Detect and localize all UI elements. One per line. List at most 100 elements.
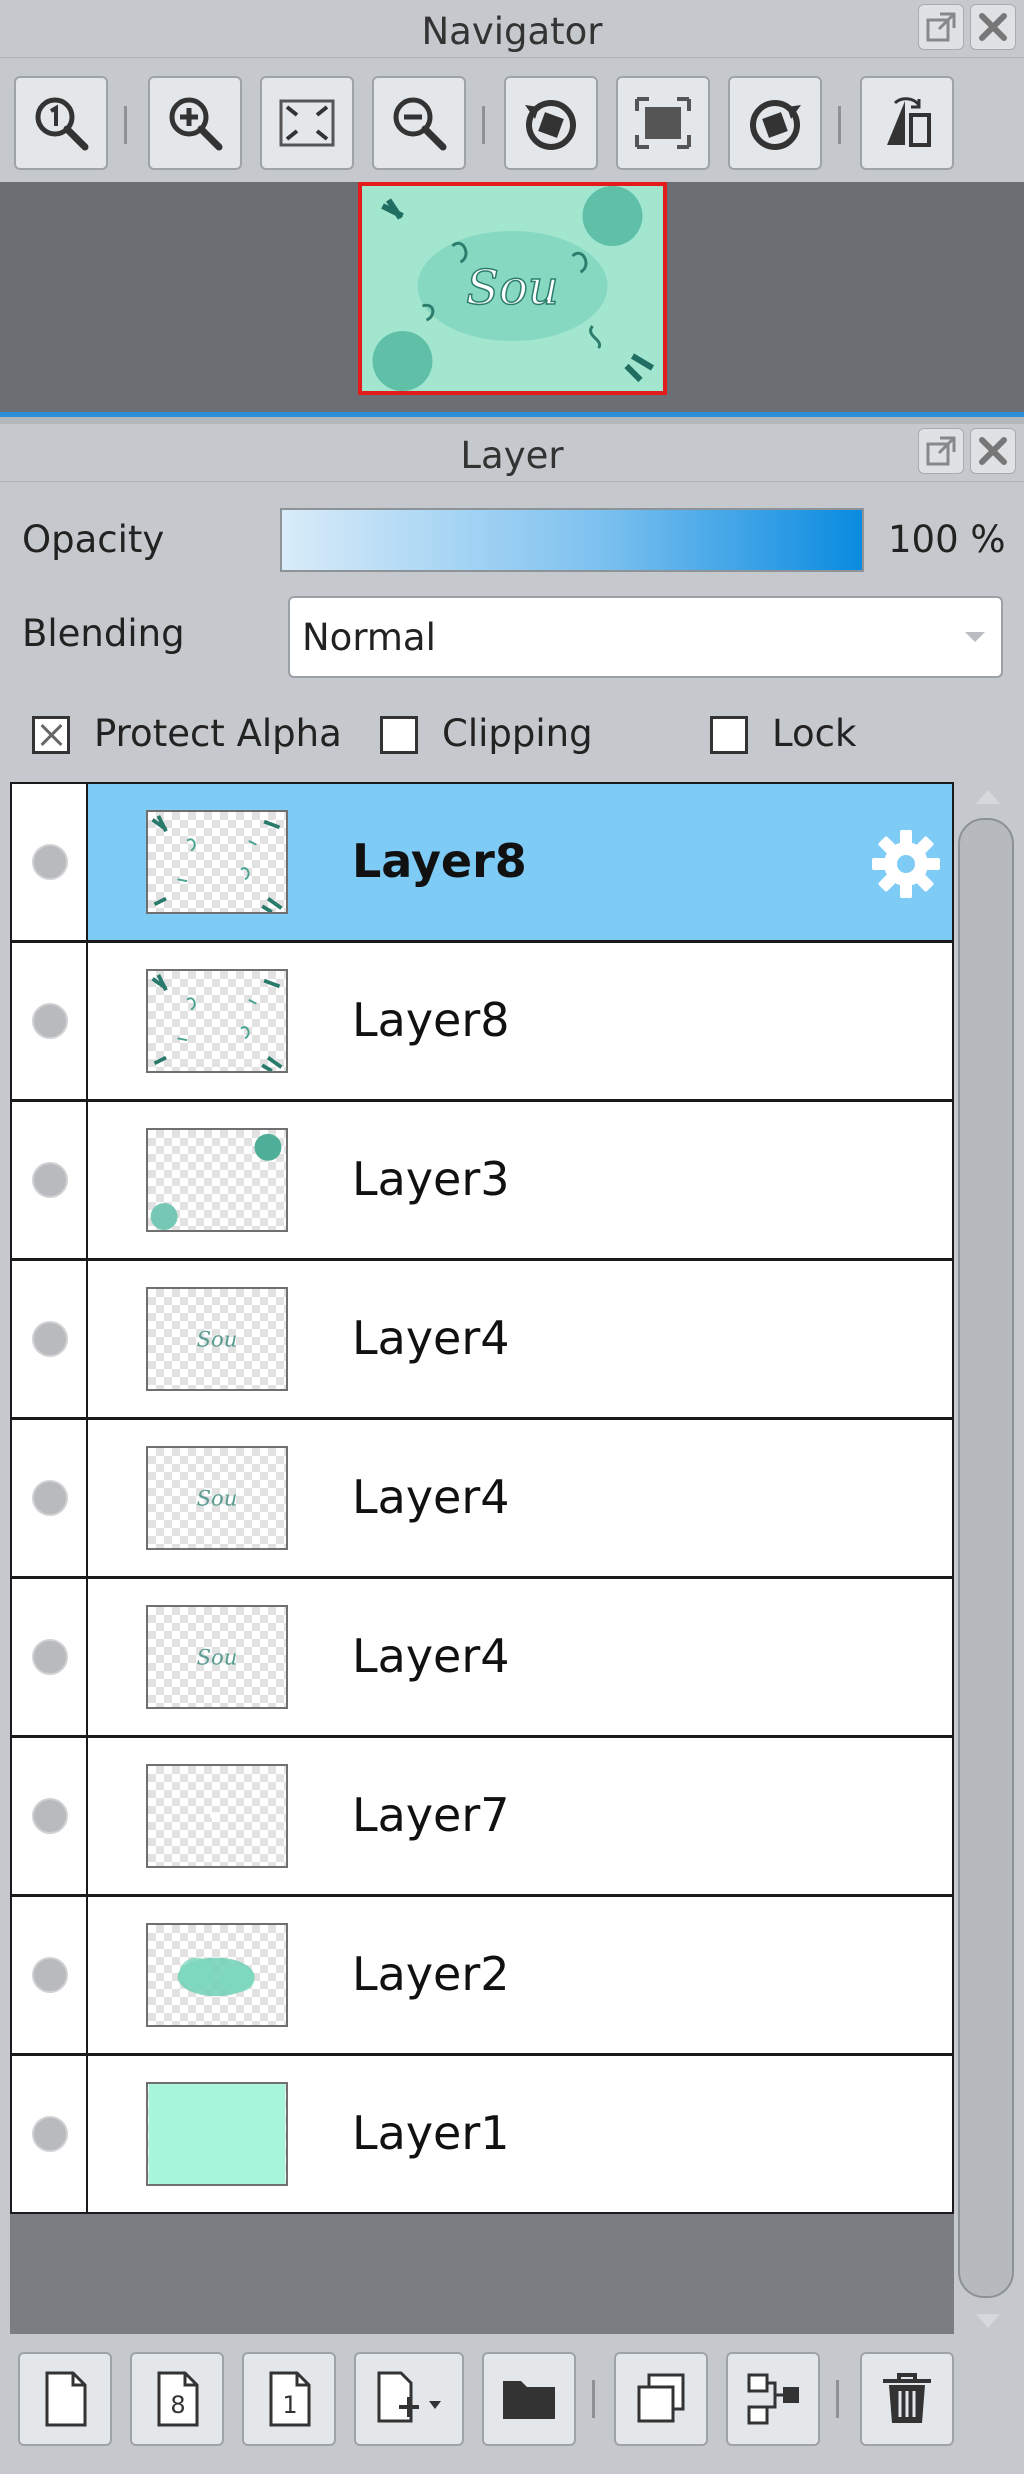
scroll-thumb[interactable] (958, 818, 1014, 2298)
visibility-column (12, 2056, 88, 2212)
layer-name: Layer8 (352, 993, 510, 1047)
layer-thumbnail (146, 810, 288, 914)
duplicate-layer-button[interactable] (614, 2352, 708, 2446)
layer-thumbnail (146, 2082, 288, 2186)
fit-screen-icon (279, 99, 335, 147)
page-8-icon: 8 (157, 2371, 199, 2427)
layer-list-area: Layer8 Layer8 Layer3 Sou Layer4 Sou Layer4 Sou L… (10, 782, 954, 2334)
navigator-view[interactable]: Sou (0, 182, 1024, 412)
layer-row[interactable]: Layer1 (10, 2054, 954, 2214)
layer-thumbnail (146, 1923, 288, 2027)
visibility-toggle-icon[interactable] (32, 2116, 68, 2152)
rotate-left-icon (525, 100, 576, 150)
flip-icon (887, 97, 931, 147)
zoom-1-icon (35, 97, 89, 151)
navigator-popout-button[interactable] (918, 4, 964, 50)
close-icon (979, 13, 1007, 41)
reset-rotation-button[interactable] (616, 76, 710, 170)
folder-icon (503, 2381, 555, 2419)
visibility-column (12, 1102, 88, 1258)
layer-list: Layer8 Layer8 Layer3 Sou Layer4 Sou Layer4 Sou L… (0, 782, 1024, 2342)
add-page-icon (377, 2371, 441, 2423)
layer-name: Layer3 (352, 1152, 510, 1206)
visibility-column (12, 1897, 88, 2053)
rotate-left-button[interactable] (504, 76, 598, 170)
layer-row[interactable]: Layer2 (10, 1895, 954, 2055)
add-layer-dropdown-button[interactable] (354, 2352, 464, 2446)
panel-divider[interactable] (0, 412, 1024, 417)
svg-text:Sou: Sou (197, 1486, 238, 1511)
zoom-actual-button[interactable] (14, 76, 108, 170)
opacity-value: 100 % (888, 518, 1006, 561)
new-folder-button[interactable] (482, 2352, 576, 2446)
canvas-preview[interactable]: Sou (358, 182, 667, 395)
flip-horizontal-button[interactable] (860, 76, 954, 170)
layer-title: Layer (460, 434, 564, 477)
navigator-close-button[interactable] (970, 4, 1016, 50)
layer-row[interactable]: Sou Layer4 (10, 1577, 954, 1737)
visibility-toggle-icon[interactable] (32, 1639, 68, 1675)
layer-name: Layer8 (352, 834, 527, 888)
visibility-column (12, 1420, 88, 1576)
lock-checkbox[interactable] (710, 716, 748, 754)
visibility-toggle-icon[interactable] (32, 1321, 68, 1357)
merge-icon (747, 2373, 799, 2425)
layer-name: Layer4 (352, 1470, 510, 1524)
layer-thumbnail: Sou (146, 1605, 288, 1709)
navigator-title-bar: Navigator (0, 0, 1024, 58)
fit-window-button[interactable] (260, 76, 354, 170)
page-1-icon: 1 (269, 2371, 311, 2427)
toolbar-separator (838, 106, 841, 144)
page-1-label: 1 (282, 2391, 297, 2419)
zoom-in-button[interactable] (148, 76, 242, 170)
layer-thumbnail: Sou (146, 1287, 288, 1391)
lock-label: Lock (772, 712, 857, 755)
visibility-toggle-icon[interactable] (32, 1957, 68, 1993)
svg-text:Sou: Sou (197, 1645, 238, 1670)
visibility-column (12, 784, 88, 940)
navigator-title: Navigator (421, 10, 603, 53)
popout-icon (926, 436, 956, 466)
visibility-toggle-icon[interactable] (32, 844, 68, 880)
layer-bottom-toolbar: 8 1 (0, 2342, 1024, 2474)
rotate-right-button[interactable] (728, 76, 822, 170)
layer-popout-button[interactable] (918, 428, 964, 474)
visibility-toggle-icon[interactable] (32, 1162, 68, 1198)
rotate-right-icon (750, 100, 801, 150)
opacity-slider[interactable] (280, 508, 864, 572)
clipping-checkbox[interactable] (380, 716, 418, 754)
layer-row[interactable]: Sou Layer4 (10, 1259, 954, 1419)
layer-row[interactable]: Layer3 (10, 1100, 954, 1260)
gear-icon[interactable] (868, 826, 944, 902)
canvas-preview-image: Sou (362, 186, 663, 391)
layer-title-bar: Layer (0, 424, 1024, 482)
navigator-toolbar (0, 58, 1024, 182)
protect-alpha-checkbox[interactable] (32, 716, 70, 754)
layer-name: Layer4 (352, 1629, 510, 1683)
visibility-toggle-icon[interactable] (32, 1480, 68, 1516)
new-8bit-layer-button[interactable]: 8 (130, 2352, 224, 2446)
toolbar-separator (124, 106, 127, 144)
close-icon (979, 437, 1007, 465)
layer-row[interactable]: Layer8 (10, 941, 954, 1101)
popout-icon (926, 12, 956, 42)
merge-down-button[interactable] (726, 2352, 820, 2446)
layer-close-button[interactable] (970, 428, 1016, 474)
visibility-toggle-icon[interactable] (32, 1798, 68, 1834)
new-1bit-layer-button[interactable]: 1 (242, 2352, 336, 2446)
layer-row[interactable]: Layer8 (10, 782, 954, 942)
zoom-out-button[interactable] (372, 76, 466, 170)
page-8-label: 8 (170, 2391, 185, 2419)
layer-name: Layer4 (352, 1311, 510, 1365)
layer-scrollbar[interactable] (958, 782, 1014, 2334)
layer-row[interactable]: Layer7 (10, 1736, 954, 1896)
visibility-toggle-icon[interactable] (32, 1003, 68, 1039)
delete-layer-button[interactable] (860, 2352, 954, 2446)
layer-thumbnail (146, 1128, 288, 1232)
scroll-up-icon[interactable] (976, 790, 1000, 804)
layer-row[interactable]: Sou Layer4 (10, 1418, 954, 1578)
toolbar-separator (592, 2380, 595, 2418)
blending-select[interactable]: Normal (288, 596, 1003, 678)
scroll-down-icon[interactable] (976, 2314, 1000, 2328)
new-color-layer-button[interactable] (18, 2352, 112, 2446)
